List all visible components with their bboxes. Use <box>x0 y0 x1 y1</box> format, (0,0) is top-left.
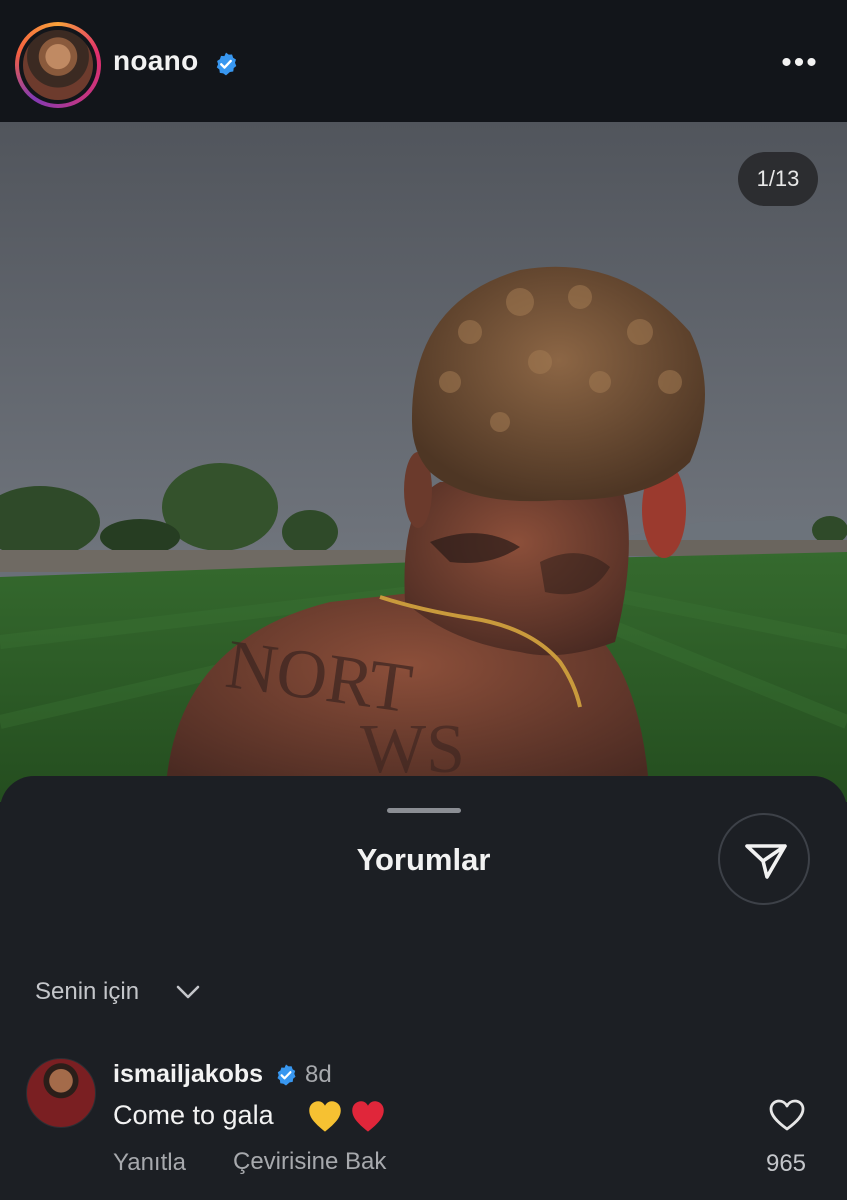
chevron-down-icon[interactable] <box>176 984 200 1000</box>
comment-avatar[interactable] <box>26 1058 96 1128</box>
like-count: 965 <box>765 1150 807 1177</box>
verified-badge-icon <box>277 1064 296 1086</box>
post-image[interactable]: NORT WS <box>0 122 847 802</box>
share-button[interactable] <box>718 813 810 905</box>
reply-button[interactable]: Yanıtla <box>113 1149 186 1177</box>
post-username[interactable]: noano <box>113 45 199 77</box>
sheet-grabber[interactable] <box>387 808 461 813</box>
more-dots-icon[interactable]: ••• <box>780 48 820 78</box>
image-counter: 1/13 <box>738 152 818 206</box>
comment-text: Come to gala <box>113 1100 274 1130</box>
profile-photo <box>23 30 93 100</box>
yellow-heart-icon <box>309 1101 341 1132</box>
post-photo-illustration: NORT WS <box>0 122 847 802</box>
send-icon <box>745 844 787 879</box>
verified-badge-icon <box>216 52 237 76</box>
comment-username[interactable]: ismailjakobs <box>113 1060 263 1089</box>
story-avatar[interactable] <box>15 22 101 108</box>
red-heart-icon <box>352 1101 384 1132</box>
heart-like-icon[interactable] <box>768 1098 806 1132</box>
comment-filter-label[interactable]: Senin için <box>35 978 139 1006</box>
see-translation-button[interactable]: Çevirisine Bak <box>233 1148 386 1176</box>
comment-time: 8d <box>305 1061 332 1088</box>
